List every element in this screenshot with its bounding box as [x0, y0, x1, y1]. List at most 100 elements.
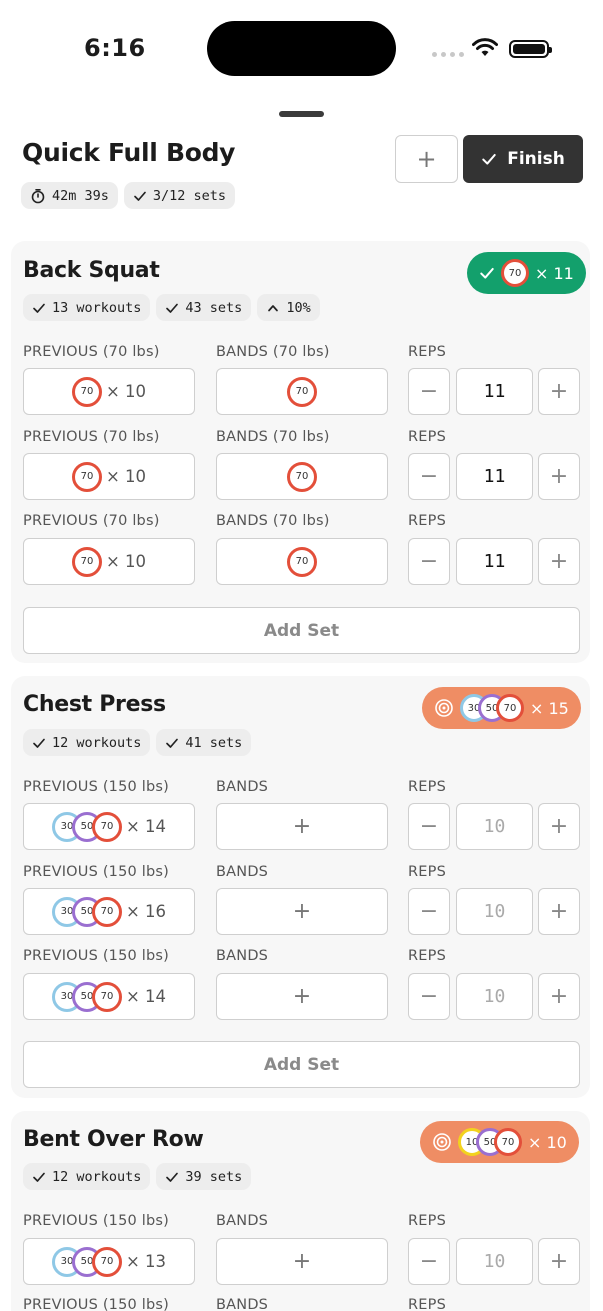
previous-reps: × 13 — [125, 1252, 167, 1271]
target-icon — [433, 1133, 451, 1151]
exercise-card-bent-over-row: Bent Over Row 10 50 70 × 10 12 workouts … — [11, 1111, 590, 1311]
previous-value[interactable]: 30 50 70 × 14 — [23, 973, 195, 1020]
reps-input[interactable]: 10 — [456, 803, 533, 850]
decrement-reps-button[interactable]: − — [408, 368, 450, 415]
add-exercise-button[interactable]: + — [395, 135, 458, 183]
check-icon — [134, 191, 146, 201]
decrement-reps-button[interactable]: − — [408, 453, 450, 500]
reps-label: REPS — [408, 864, 446, 880]
band-70: 70 — [287, 546, 317, 577]
bands-selector[interactable]: + — [216, 1238, 388, 1285]
previous-reps: × 16 — [125, 902, 167, 921]
bands-selector[interactable]: 70 — [216, 538, 388, 585]
bands-label: BANDS (70 lbs) — [216, 429, 330, 445]
finish-label: Finish — [507, 149, 565, 169]
check-icon — [482, 153, 496, 165]
previous-value[interactable]: 70 × 10 — [23, 453, 195, 500]
increment-reps-button[interactable]: + — [538, 538, 580, 585]
workouts-chip: 12 workouts — [23, 1163, 151, 1190]
sets-progress: 3/12 sets — [152, 187, 227, 204]
reps-label: REPS — [408, 1297, 446, 1311]
band-70: 70 — [494, 1128, 522, 1156]
bands-label: BANDS — [216, 1213, 269, 1229]
sets-chip: 43 sets — [156, 294, 252, 321]
band-70: 70 — [287, 376, 317, 407]
reps-label: REPS — [408, 779, 446, 795]
decrement-reps-button[interactable]: − — [408, 1238, 450, 1285]
decrement-reps-button[interactable]: − — [408, 538, 450, 585]
check-icon — [166, 738, 179, 748]
reps-input[interactable]: 10 — [456, 888, 533, 935]
elapsed-chip: 42m 39s — [21, 182, 118, 209]
bands-selector[interactable]: + — [216, 803, 388, 850]
previous-label: PREVIOUS (150 lbs) — [23, 779, 170, 795]
band-70: 70 — [91, 896, 122, 927]
reps-input[interactable]: 11 — [456, 453, 533, 500]
previous-reps: × 14 — [125, 987, 167, 1006]
increment-reps-button[interactable]: + — [538, 453, 580, 500]
reps-label: REPS — [408, 1213, 446, 1229]
check-icon — [166, 303, 179, 313]
target-icon — [435, 699, 453, 717]
previous-reps: × 10 — [105, 382, 147, 401]
sets-chip: 39 sets — [156, 1163, 252, 1190]
previous-value[interactable]: 70 × 10 — [23, 368, 195, 415]
add-set-button[interactable]: Add Set — [23, 1041, 580, 1088]
increment-reps-button[interactable]: + — [538, 803, 580, 850]
band-70: 70 — [501, 259, 529, 287]
previous-reps: × 10 — [105, 467, 147, 486]
reps-input[interactable]: 11 — [456, 368, 533, 415]
increment-reps-button[interactable]: + — [538, 368, 580, 415]
band-70: 70 — [71, 376, 102, 407]
sets-chip: 41 sets — [156, 729, 252, 756]
progress-percent: 10% — [286, 299, 311, 316]
reps-input[interactable]: 10 — [456, 973, 533, 1020]
bands-label: BANDS — [216, 779, 269, 795]
previous-label: PREVIOUS (150 lbs) — [23, 864, 170, 880]
bands-selector[interactable]: 70 — [216, 368, 388, 415]
exercise-stats: 12 workouts 39 sets — [23, 1163, 252, 1190]
exercise-summary-pill[interactable]: 30 50 70 × 15 — [422, 687, 581, 729]
previous-value[interactable]: 30 50 70 × 16 — [23, 888, 195, 935]
workouts-count: 12 workouts — [52, 734, 142, 751]
bands-label: BANDS — [216, 1297, 269, 1311]
bands-selector[interactable]: + — [216, 888, 388, 935]
plus-icon: + — [292, 814, 312, 839]
bands-label: BANDS — [216, 948, 269, 964]
previous-value[interactable]: 30 50 70 × 13 — [23, 1238, 195, 1285]
previous-label: PREVIOUS (150 lbs) — [23, 1297, 170, 1311]
previous-value[interactable]: 70 × 10 — [23, 538, 195, 585]
finish-button[interactable]: Finish — [463, 135, 583, 183]
check-icon — [166, 1172, 179, 1182]
previous-label: PREVIOUS (70 lbs) — [23, 344, 160, 360]
sets-progress-chip: 3/12 sets — [123, 182, 236, 209]
bands-selector[interactable]: 70 — [216, 453, 388, 500]
exercise-summary-pill[interactable]: 70 × 11 — [467, 252, 586, 294]
wifi-icon — [472, 38, 498, 56]
exercise-name: Bent Over Row — [23, 1127, 204, 1152]
workouts-count: 13 workouts — [52, 299, 142, 316]
decrement-reps-button[interactable]: − — [408, 888, 450, 935]
decrement-reps-button[interactable]: − — [408, 973, 450, 1020]
cellular-signal-icon — [432, 52, 464, 57]
sets-count: 39 sets — [185, 1168, 243, 1185]
status-time: 6:16 — [84, 34, 146, 62]
elapsed-time: 42m 39s — [52, 187, 109, 204]
sheet-grabber[interactable] — [279, 111, 324, 117]
bands-selector[interactable]: + — [216, 973, 388, 1020]
increment-reps-button[interactable]: + — [538, 973, 580, 1020]
previous-value[interactable]: 30 50 70 × 14 — [23, 803, 195, 850]
reps-input[interactable]: 10 — [456, 1238, 533, 1285]
exercise-summary-pill[interactable]: 10 50 70 × 10 — [420, 1121, 579, 1163]
battery-icon — [509, 40, 552, 58]
increment-reps-button[interactable]: + — [538, 888, 580, 935]
bands-label: BANDS (70 lbs) — [216, 344, 330, 360]
add-set-button[interactable]: Add Set — [23, 607, 580, 654]
check-icon — [33, 303, 45, 313]
plus-icon: + — [292, 984, 312, 1009]
reps-input[interactable]: 11 — [456, 538, 533, 585]
decrement-reps-button[interactable]: − — [408, 803, 450, 850]
band-70: 70 — [71, 546, 102, 577]
bands-label: BANDS — [216, 864, 269, 880]
increment-reps-button[interactable]: + — [538, 1238, 580, 1285]
